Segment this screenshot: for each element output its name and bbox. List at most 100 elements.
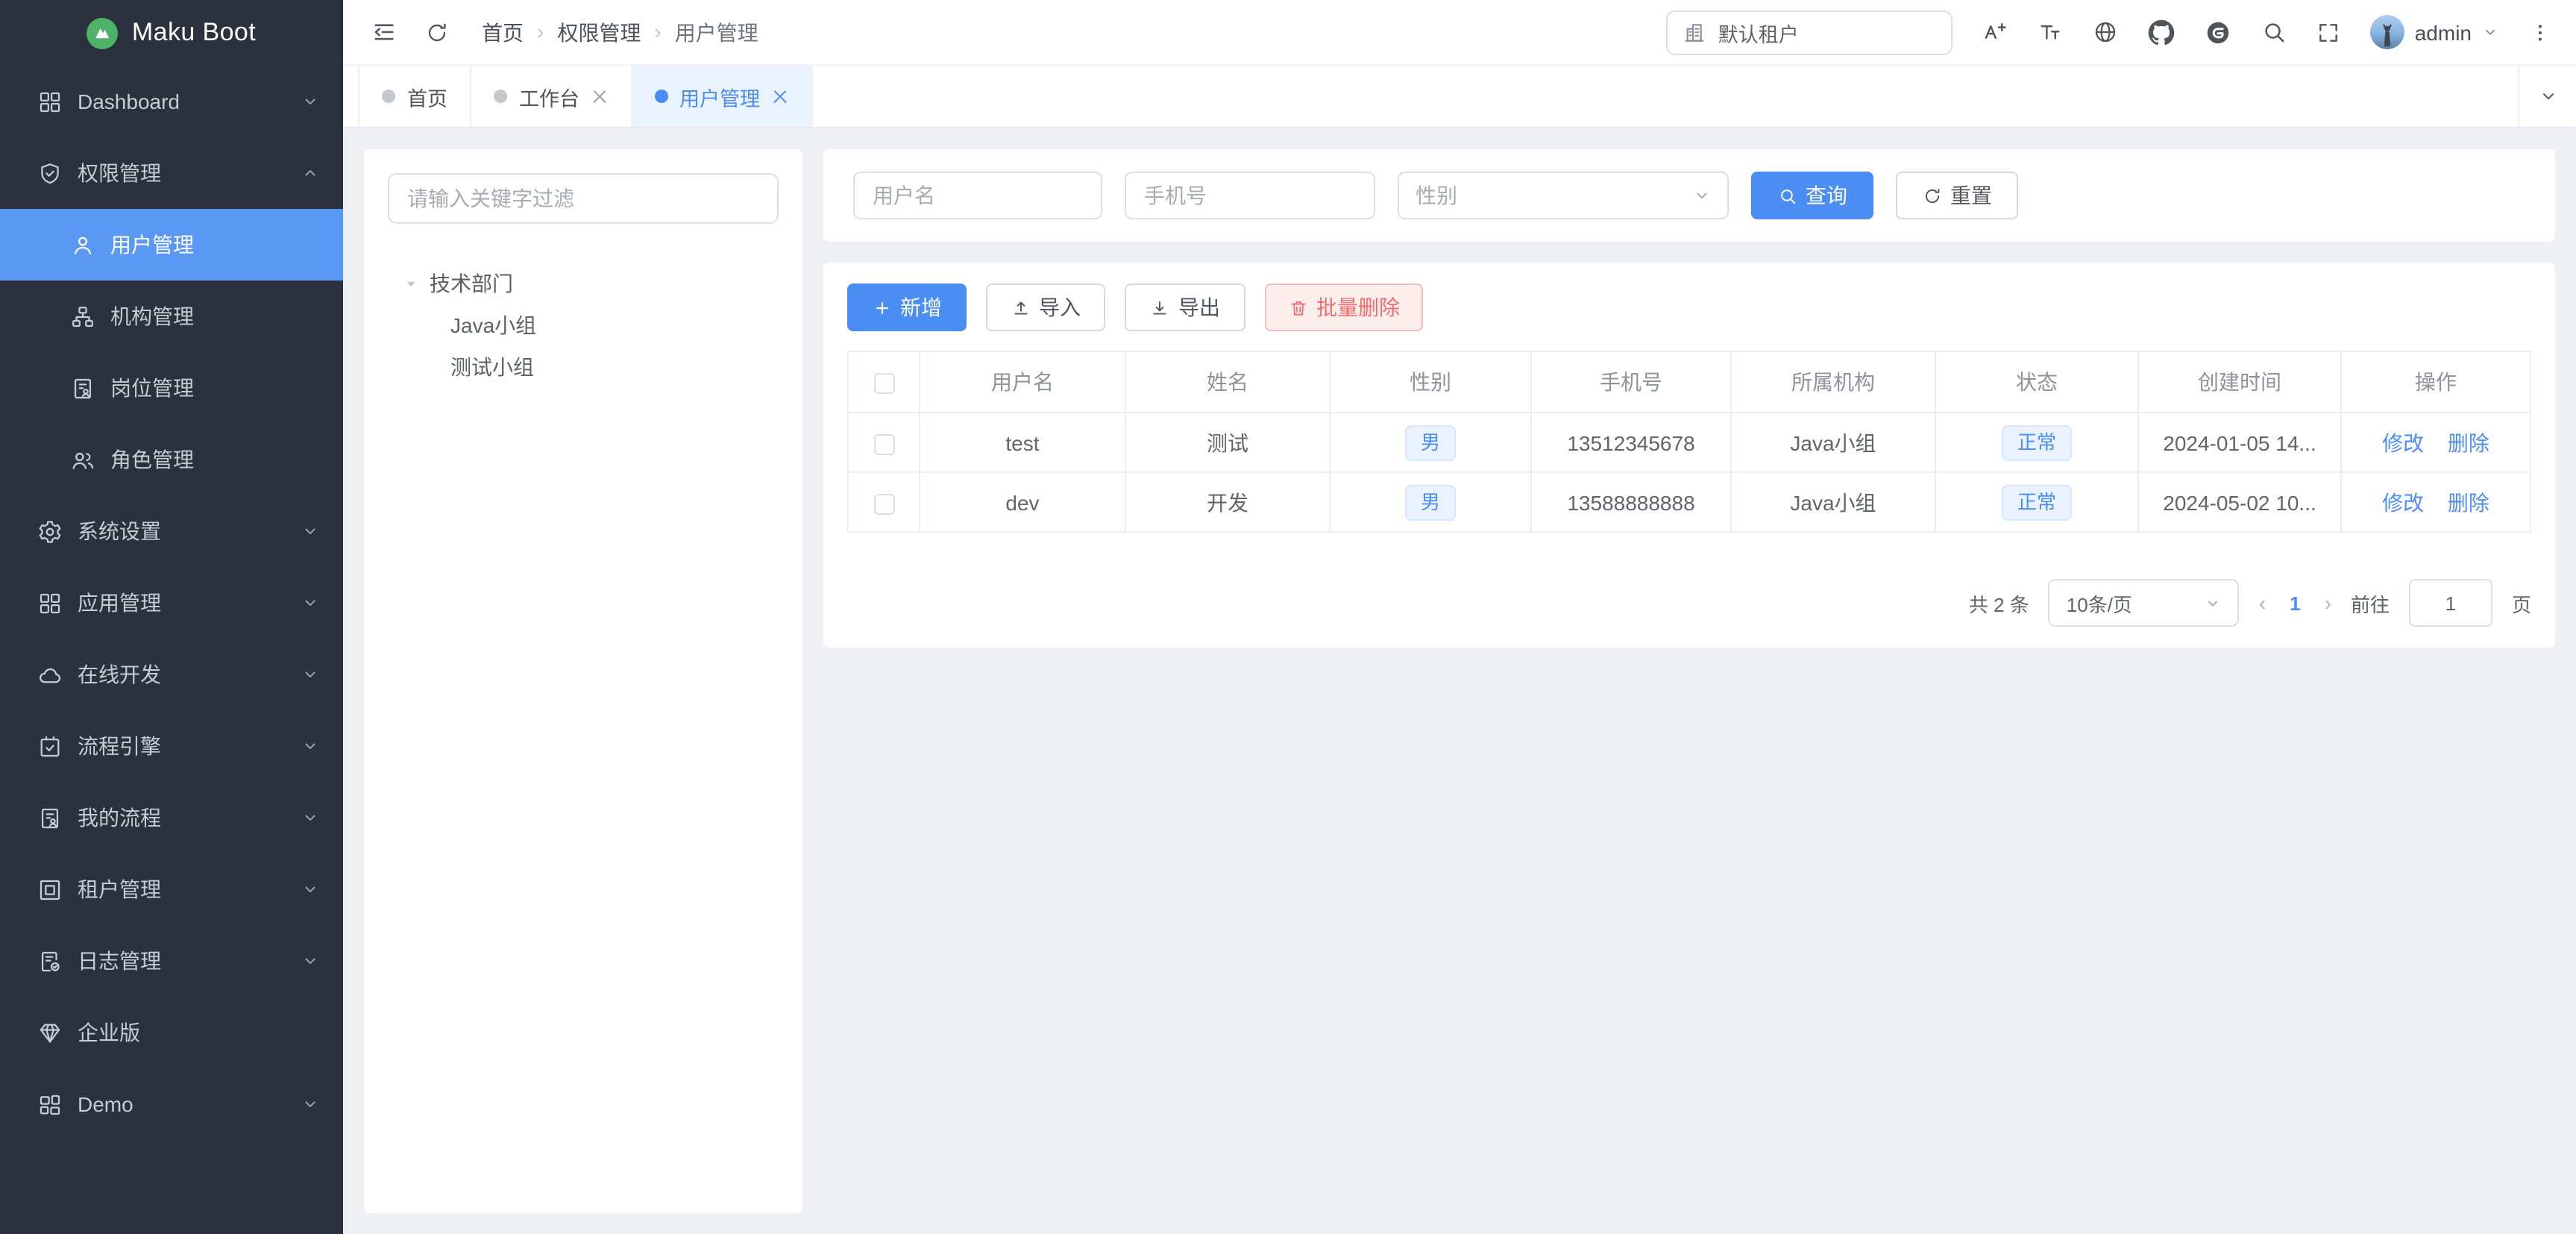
gender-select[interactable]: 性别 bbox=[1398, 172, 1729, 219]
font-size-icon[interactable] bbox=[2038, 19, 2063, 45]
mobile-field[interactable] bbox=[1125, 172, 1375, 219]
tab-dot bbox=[494, 90, 507, 103]
status-badge: 正常 bbox=[2002, 484, 2071, 520]
gender-badge: 男 bbox=[1406, 484, 1455, 520]
col-mobile: 手机号 bbox=[1531, 351, 1731, 413]
sidebar-item-online-dev[interactable]: 在线开发 bbox=[0, 639, 343, 710]
row-checkbox[interactable] bbox=[873, 433, 894, 454]
reset-button[interactable]: 重置 bbox=[1896, 172, 2018, 219]
col-username: 用户名 bbox=[920, 351, 1125, 413]
select-all-checkbox[interactable] bbox=[873, 373, 894, 394]
sidebar-item-org-management[interactable]: 机构管理 bbox=[0, 281, 343, 352]
username-field[interactable] bbox=[853, 172, 1102, 219]
collapse-sidebar-icon[interactable] bbox=[362, 11, 404, 53]
chevron-down-icon bbox=[2205, 595, 2222, 611]
filter-bar: 性别 查询 重置 bbox=[823, 149, 2555, 242]
delete-link[interactable]: 删除 bbox=[2448, 430, 2489, 454]
tab-dot bbox=[382, 90, 395, 103]
sidebar-item-tenant-management[interactable]: 租户管理 bbox=[0, 854, 343, 925]
gitee-icon[interactable] bbox=[2205, 19, 2231, 46]
app-logo[interactable]: Maku Boot bbox=[0, 0, 343, 66]
add-button[interactable]: 新增 bbox=[847, 284, 967, 331]
col-created: 创建时间 bbox=[2138, 351, 2341, 413]
breadcrumb: 首页 › 权限管理 › 用户管理 bbox=[482, 17, 758, 47]
edit-link[interactable]: 修改 bbox=[2382, 430, 2424, 454]
chevron-down-icon bbox=[301, 594, 319, 612]
tab-home[interactable]: 首页 bbox=[358, 66, 471, 127]
close-icon[interactable] bbox=[591, 88, 608, 104]
tree-node-java-group[interactable]: Java小组 bbox=[388, 304, 779, 346]
delete-link[interactable]: 删除 bbox=[2448, 490, 2489, 514]
next-page-button[interactable]: › bbox=[2325, 591, 2331, 615]
sidebar-item-permissions[interactable]: 权限管理 bbox=[0, 137, 343, 209]
sidebar-item-demo[interactable]: Demo bbox=[0, 1068, 343, 1140]
col-gender: 性别 bbox=[1330, 351, 1531, 413]
chevron-down-icon bbox=[2538, 87, 2557, 106]
more-options-icon[interactable] bbox=[2528, 20, 2552, 44]
sidebar-item-my-workflow[interactable]: 我的流程 bbox=[0, 782, 343, 854]
fullscreen-icon[interactable] bbox=[2316, 20, 2340, 44]
tab-user-management[interactable]: 用户管理 bbox=[632, 66, 812, 127]
sidebar-item-user-management[interactable]: 用户管理 bbox=[0, 209, 343, 281]
globe-icon[interactable] bbox=[2093, 19, 2118, 45]
chevron-down-icon bbox=[301, 665, 319, 683]
breadcrumb-separator: › bbox=[537, 19, 544, 43]
col-status: 状态 bbox=[1935, 351, 2138, 413]
search-button[interactable]: 查询 bbox=[1751, 172, 1873, 219]
sidebar-item-system-settings[interactable]: 系统设置 bbox=[0, 495, 343, 567]
mountain-logo-icon bbox=[87, 17, 119, 48]
chevron-down-icon bbox=[301, 809, 319, 827]
page-size-select[interactable]: 10条/页 bbox=[2049, 579, 2240, 627]
demo-grid-icon bbox=[37, 1092, 63, 1117]
prev-page-button[interactable]: ‹ bbox=[2259, 591, 2266, 615]
tree-node-root[interactable]: 技术部门 bbox=[388, 263, 779, 304]
import-button[interactable]: 导入 bbox=[986, 284, 1105, 331]
edit-link[interactable]: 修改 bbox=[2382, 490, 2424, 514]
user-menu[interactable]: admin bbox=[2370, 15, 2498, 49]
tree-filter-input[interactable] bbox=[388, 173, 779, 224]
translate-icon[interactable] bbox=[1982, 19, 2008, 45]
caret-down-icon bbox=[403, 275, 419, 292]
col-name: 姓名 bbox=[1125, 351, 1330, 413]
tenant-select[interactable]: 默认租户 bbox=[1666, 10, 1953, 54]
breadcrumb-current: 用户管理 bbox=[675, 17, 758, 47]
tree-node-test-group[interactable]: 测试小组 bbox=[388, 346, 779, 388]
user-table: 用户名 姓名 性别 手机号 所属机构 状态 创建时间 操作 bbox=[847, 351, 2531, 533]
sidebar-item-post-management[interactable]: 岗位管理 bbox=[0, 352, 343, 424]
github-icon[interactable] bbox=[2148, 19, 2175, 46]
page-number[interactable]: 1 bbox=[2290, 592, 2300, 614]
tab-dropdown-button[interactable] bbox=[2518, 66, 2576, 127]
tenant-value: 默认租户 bbox=[1718, 17, 1799, 47]
chevron-down-icon bbox=[1693, 187, 1711, 204]
sidebar-item-app-management[interactable]: 应用管理 bbox=[0, 567, 343, 639]
sidebar-item-dashboard[interactable]: Dashboard bbox=[0, 66, 343, 137]
breadcrumb-home[interactable]: 首页 bbox=[482, 17, 524, 47]
clipboard-check-icon bbox=[37, 733, 63, 759]
org-tree-panel: 技术部门 Java小组 测试小组 bbox=[364, 149, 802, 1213]
apps-icon bbox=[37, 590, 63, 616]
sidebar-item-enterprise[interactable]: 企业版 bbox=[0, 997, 343, 1068]
sidebar-item-role-management[interactable]: 角色管理 bbox=[0, 424, 343, 495]
breadcrumb-permissions[interactable]: 权限管理 bbox=[557, 17, 641, 47]
table-row: test 测试 男 13512345678 Java小组 正常 2024-01-… bbox=[848, 413, 2531, 472]
export-button[interactable]: 导出 bbox=[1125, 284, 1245, 331]
close-icon[interactable] bbox=[772, 88, 788, 104]
gear-icon bbox=[37, 519, 63, 544]
org-chart-icon bbox=[70, 304, 95, 329]
batch-delete-button[interactable]: 批量删除 bbox=[1265, 284, 1423, 331]
sidebar-item-log-management[interactable]: 日志管理 bbox=[0, 925, 343, 997]
user-table-panel: 新增 导入 导出 批量删除 bbox=[823, 263, 2555, 648]
header-actions: 默认租户 admin bbox=[1666, 10, 2552, 54]
goto-page-input[interactable] bbox=[2409, 579, 2492, 627]
tab-workbench[interactable]: 工作台 bbox=[471, 66, 632, 127]
search-icon[interactable] bbox=[2261, 19, 2287, 45]
refresh-icon bbox=[1922, 186, 1941, 205]
chevron-up-icon bbox=[301, 164, 319, 182]
row-checkbox[interactable] bbox=[873, 493, 894, 514]
avatar bbox=[2370, 15, 2404, 49]
sidebar-item-workflow-engine[interactable]: 流程引擎 bbox=[0, 710, 343, 782]
refresh-icon[interactable] bbox=[416, 11, 458, 53]
doc-check-icon bbox=[37, 948, 63, 974]
chevron-down-icon bbox=[301, 737, 319, 755]
shield-check-icon bbox=[37, 160, 63, 186]
